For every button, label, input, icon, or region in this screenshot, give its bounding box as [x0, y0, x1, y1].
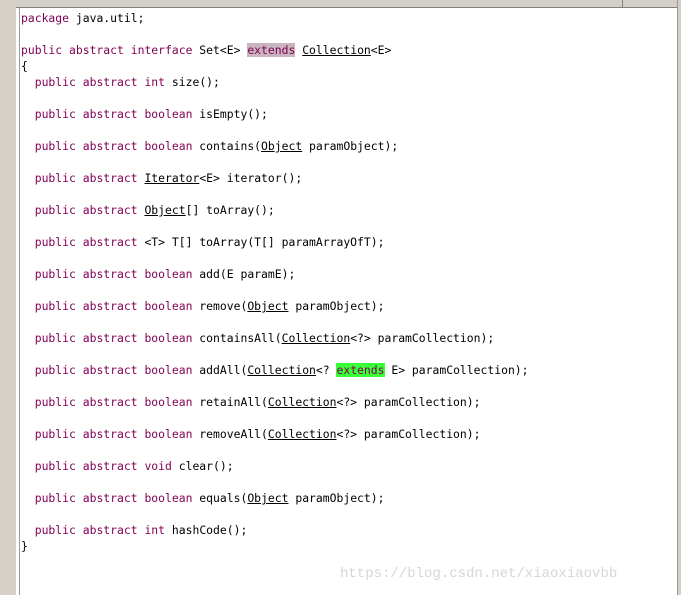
code-keyword: public abstract interface: [21, 43, 193, 57]
code-editor[interactable]: package java.util; public abstract interf…: [21, 8, 676, 595]
code-line: public abstract boolean isEmpty();: [21, 106, 268, 122]
code-text: <E> iterator();: [199, 171, 303, 185]
code-line: public abstract Iterator<E> iterator();: [21, 170, 302, 186]
code-line: public abstract boolean equals(Object pa…: [21, 490, 385, 506]
code-line: public abstract interface Set<E> extends…: [21, 42, 391, 58]
code-text: isEmpty();: [192, 107, 268, 121]
code-line: public abstract boolean add(E paramE);: [21, 266, 296, 282]
code-text: E> paramCollection);: [384, 363, 529, 377]
window-top-border: [0, 0, 681, 8]
code-line: public abstract boolean contains(Object …: [21, 138, 398, 154]
code-text: paramObject);: [288, 491, 385, 505]
code-type-link[interactable]: Collection: [247, 363, 316, 377]
code-line: public abstract int size();: [21, 74, 220, 90]
code-text: paramObject);: [288, 299, 385, 313]
code-keyword: public abstract boolean: [34, 331, 193, 345]
editor-left-ruler: [0, 0, 16, 595]
code-text: <E>: [370, 43, 392, 57]
code-line: public abstract int hashCode();: [21, 522, 248, 538]
code-text: <T> T[] toArray(T[] paramArrayOfT);: [137, 235, 385, 249]
code-keyword: public abstract int: [34, 523, 166, 537]
code-line: public abstract boolean addAll(Collectio…: [21, 362, 529, 378]
code-keyword: public abstract boolean: [34, 363, 193, 377]
code-keyword: extends: [336, 363, 385, 377]
code-text: <?> paramCollection);: [336, 427, 481, 441]
code-keyword: public abstract boolean: [34, 299, 193, 313]
code-text: <?> paramCollection);: [336, 395, 481, 409]
code-text: paramObject);: [302, 139, 399, 153]
code-keyword: public abstract int: [34, 75, 166, 89]
code-text: contains(: [192, 139, 262, 153]
code-text: retainAll(: [192, 395, 268, 409]
watermark: https://blog.csdn.net/xiaoxiaovbb: [340, 566, 618, 582]
code-line: public abstract <T> T[] toArray(T[] para…: [21, 234, 385, 250]
code-text: hashCode();: [165, 523, 248, 537]
code-keyword: public abstract: [34, 203, 138, 217]
code-keyword: public abstract void: [34, 459, 172, 473]
code-keyword: extends: [247, 43, 296, 57]
code-keyword: public abstract boolean: [34, 427, 193, 441]
code-keyword: public abstract boolean: [34, 267, 193, 281]
code-text: add(E paramE);: [192, 267, 296, 281]
code-type-link[interactable]: Collection: [268, 395, 337, 409]
code-line: public abstract Object[] toArray();: [21, 202, 275, 218]
code-text: containsAll(: [192, 331, 282, 345]
code-line: public abstract void clear();: [21, 458, 234, 474]
code-line: {: [21, 58, 28, 74]
window-top-divider: [622, 0, 623, 7]
code-text: clear();: [171, 459, 234, 473]
code-type-link[interactable]: Collection: [282, 331, 351, 345]
code-text: equals(: [192, 491, 248, 505]
code-type-link[interactable]: Collection: [268, 427, 337, 441]
code-type-link[interactable]: Object: [261, 139, 302, 153]
code-text: removeAll(: [192, 427, 268, 441]
code-type-link[interactable]: Object: [247, 491, 288, 505]
code-type-link[interactable]: Object: [247, 299, 288, 313]
code-line: public abstract boolean removeAll(Collec…: [21, 426, 481, 442]
code-text: java.util;: [69, 11, 145, 25]
code-type-link[interactable]: Object: [144, 203, 185, 217]
editor-right-border: [677, 0, 681, 595]
code-text: <?: [315, 363, 337, 377]
code-text: addAll(: [192, 363, 248, 377]
code-text: size();: [165, 75, 220, 89]
editor-gutter-line: [19, 8, 20, 595]
code-keyword: public abstract boolean: [34, 395, 193, 409]
code-line: package java.util;: [21, 10, 144, 26]
code-text: }: [21, 539, 28, 553]
code-type-link[interactable]: Collection: [302, 43, 371, 57]
code-keyword: package: [21, 11, 70, 25]
code-text: <?> paramCollection);: [350, 331, 495, 345]
code-line: public abstract boolean remove(Object pa…: [21, 298, 385, 314]
code-keyword: public abstract: [34, 235, 138, 249]
code-line: public abstract boolean containsAll(Coll…: [21, 330, 494, 346]
code-text: [] toArray();: [185, 203, 275, 217]
code-line: }: [21, 538, 28, 554]
code-line: public abstract boolean retainAll(Collec…: [21, 394, 481, 410]
code-type-link[interactable]: Iterator: [144, 171, 199, 185]
code-keyword: public abstract boolean: [34, 139, 193, 153]
code-text: remove(: [192, 299, 248, 313]
code-keyword: public abstract: [34, 171, 138, 185]
code-text: {: [21, 59, 28, 73]
code-text: Set<E>: [192, 43, 248, 57]
code-keyword: public abstract boolean: [34, 491, 193, 505]
code-keyword: public abstract boolean: [34, 107, 193, 121]
